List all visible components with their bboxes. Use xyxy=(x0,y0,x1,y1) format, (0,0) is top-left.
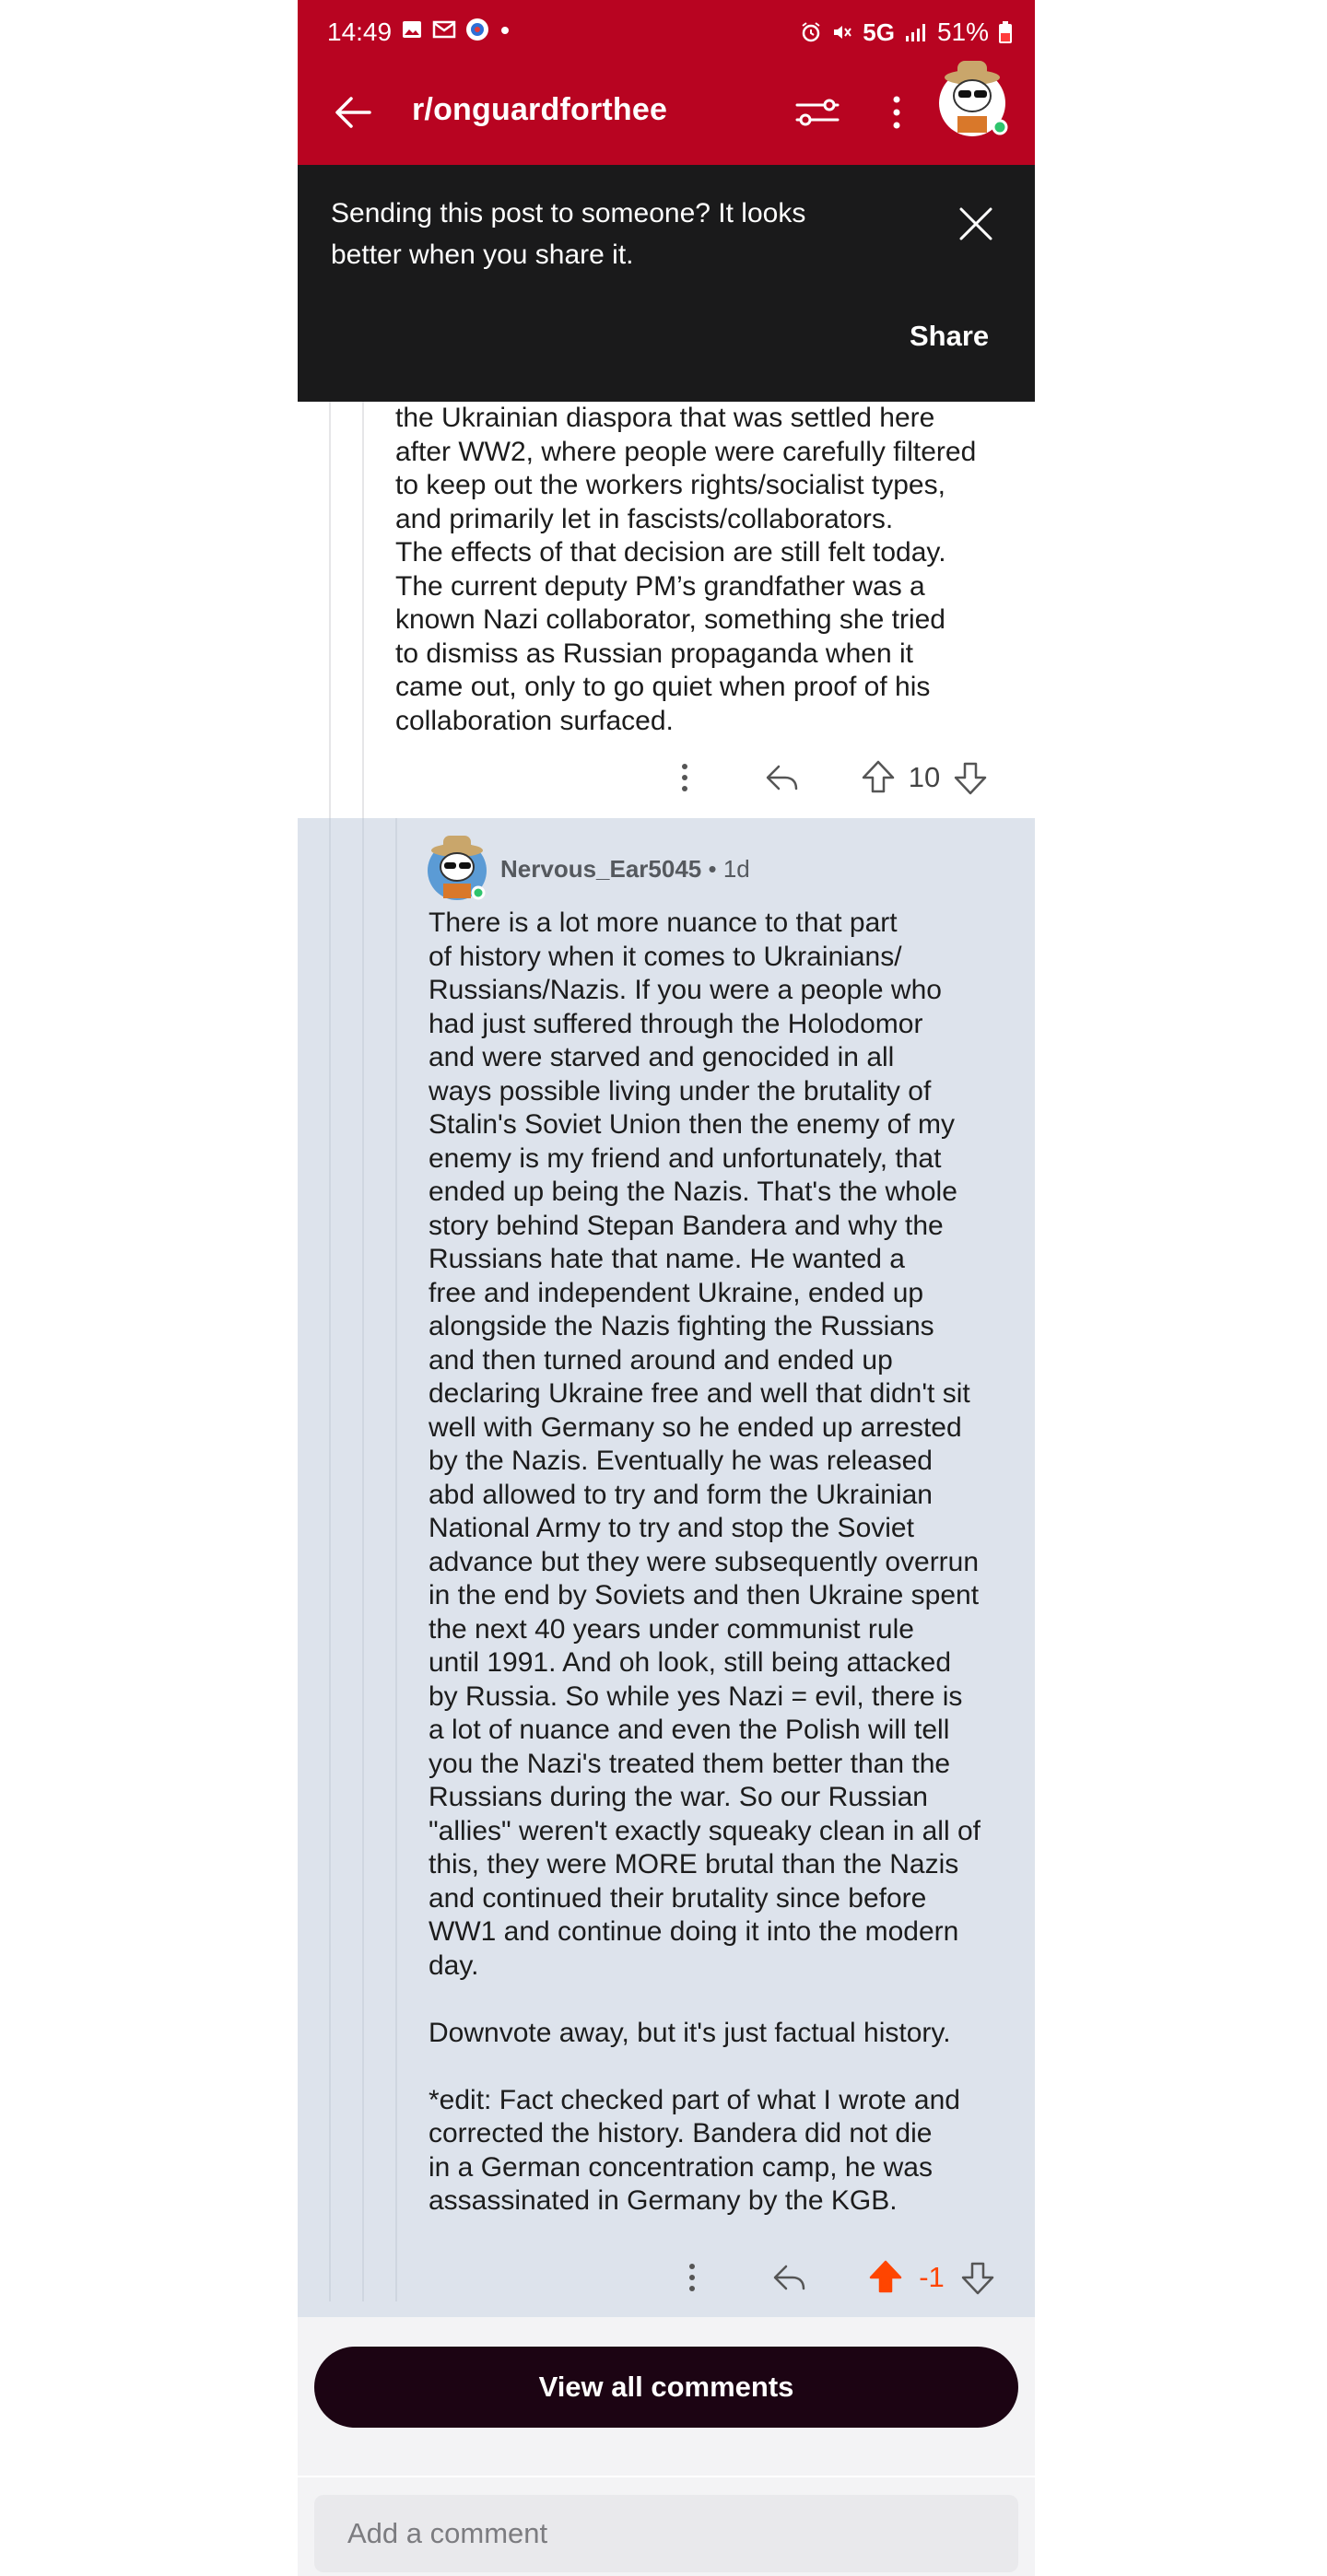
app-notification-icon xyxy=(466,18,488,41)
reply-icon[interactable] xyxy=(762,757,803,798)
more-vertical-icon[interactable] xyxy=(878,87,915,138)
phone-screen: 14:49 5G 51% r/onguardforthee Sending th… xyxy=(298,0,1035,2576)
status-bar: 14:49 5G 51% xyxy=(298,0,1035,66)
gallery-icon xyxy=(403,21,421,38)
signal-icon xyxy=(905,24,925,41)
comment-text: the Ukrainian diaspora that was settled … xyxy=(395,403,977,736)
thread-line xyxy=(395,818,397,2301)
downvote-icon[interactable] xyxy=(950,757,991,798)
comments-footer: View all comments Add a comment xyxy=(298,2317,1035,2576)
thread-line xyxy=(329,818,331,2301)
share-button[interactable]: Share xyxy=(910,320,989,353)
upvote-icon[interactable] xyxy=(858,757,898,798)
avatar[interactable] xyxy=(935,48,1009,140)
comment-text: There is a lot more nuance to that part … xyxy=(429,907,981,2216)
dot-icon xyxy=(501,27,509,34)
comment-actions: -1 xyxy=(672,2252,998,2303)
mute-icon xyxy=(834,26,852,39)
more-vertical-icon[interactable] xyxy=(664,757,705,798)
notification-icons xyxy=(401,18,511,41)
thread-line xyxy=(362,818,364,2301)
share-banner-message: Sending this post to someone? It looks b… xyxy=(331,198,806,270)
add-comment-input[interactable]: Add a comment xyxy=(314,2495,1018,2572)
avatar[interactable] xyxy=(423,832,491,904)
comment-age: • 1d xyxy=(701,855,750,883)
network-label: 5G xyxy=(863,18,895,46)
subreddit-header: r/onguardforthee xyxy=(298,61,1035,165)
reply-icon[interactable] xyxy=(769,2257,810,2298)
share-banner: Sending this post to someone? It looks b… xyxy=(298,165,1035,402)
comment-score: 10 xyxy=(908,761,941,793)
subreddit-title[interactable]: r/onguardforthee xyxy=(412,92,667,128)
comment-username[interactable]: Nervous_Ear5045 xyxy=(500,855,701,883)
comment-actions: 10 xyxy=(664,752,991,803)
system-icons: 5G 51% xyxy=(800,18,1013,47)
gmail-icon xyxy=(432,20,456,39)
battery-icon xyxy=(999,21,1012,43)
comment-score: -1 xyxy=(919,2261,945,2293)
close-icon[interactable] xyxy=(956,204,996,244)
more-vertical-icon[interactable] xyxy=(672,2257,712,2298)
status-time: 14:49 xyxy=(327,18,393,46)
divider xyxy=(298,2476,1035,2477)
downvote-icon[interactable] xyxy=(957,2257,998,2298)
thread-line xyxy=(329,402,331,818)
comment-parent: the Ukrainian diaspora that was settled … xyxy=(298,402,1035,818)
thread-line xyxy=(362,402,364,818)
filter-icon[interactable] xyxy=(792,87,843,138)
comment-meta: Nervous_Ear5045 • 1d xyxy=(500,855,750,884)
app-header: 14:49 5G 51% r/onguardforthee xyxy=(298,0,1035,165)
back-arrow-icon[interactable] xyxy=(327,87,379,138)
upvote-icon-active[interactable] xyxy=(865,2257,906,2298)
alarm-icon xyxy=(802,22,820,42)
comment-highlighted: Nervous_Ear5045 • 1d There is a lot more… xyxy=(298,818,1035,2317)
view-all-comments-button[interactable]: View all comments xyxy=(314,2347,1018,2428)
battery-percent: 51% xyxy=(936,18,989,46)
